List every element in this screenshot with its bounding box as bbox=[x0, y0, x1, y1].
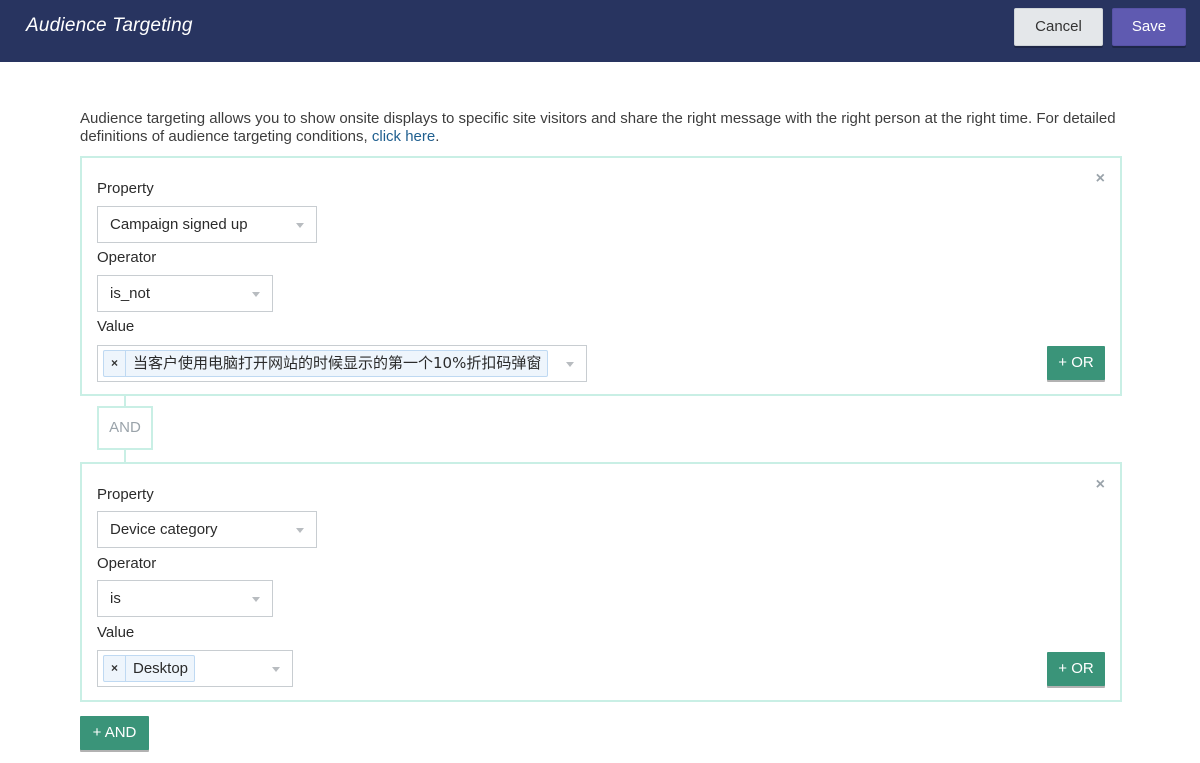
operator-select-value: is_not bbox=[110, 285, 151, 302]
remove-chip-close-icon[interactable]: × bbox=[104, 351, 126, 376]
value-multiselect[interactable]: × Desktop bbox=[97, 650, 293, 687]
definitions-link[interactable]: click here bbox=[372, 128, 435, 145]
property-select[interactable]: Device category bbox=[97, 511, 317, 548]
value-multiselect[interactable]: × 当客户使用电脑打开网站的时候显示的第一个10%折扣码弹窗 bbox=[97, 345, 587, 382]
property-select[interactable]: Campaign signed up bbox=[97, 206, 317, 243]
property-select-value: Device category bbox=[110, 521, 218, 538]
chevron-down-icon bbox=[252, 292, 260, 297]
chevron-down-icon bbox=[252, 597, 260, 602]
chevron-down-icon bbox=[296, 528, 304, 533]
property-label: Property bbox=[97, 180, 154, 197]
remove-condition-close-icon[interactable]: × bbox=[1096, 476, 1105, 494]
condition-block-2: × Property Device category Operator is V… bbox=[80, 462, 1122, 702]
and-connector: AND bbox=[97, 406, 153, 450]
cancel-button[interactable]: Cancel bbox=[1014, 8, 1103, 46]
value-chip-label: Desktop bbox=[133, 660, 189, 677]
chevron-down-icon bbox=[296, 223, 304, 228]
add-or-button[interactable]: + OR bbox=[1047, 652, 1105, 686]
property-label: Property bbox=[97, 486, 154, 503]
app-header: Audience Targeting Cancel Save bbox=[0, 0, 1200, 62]
remove-condition-close-icon[interactable]: × bbox=[1096, 170, 1105, 188]
property-select-value: Campaign signed up bbox=[110, 216, 248, 233]
operator-select-value: is bbox=[110, 590, 121, 607]
remove-chip-close-icon[interactable]: × bbox=[104, 656, 126, 681]
value-chip: × 当客户使用电脑打开网站的时候显示的第一个10%折扣码弹窗 bbox=[103, 350, 549, 377]
intro-description: Audience targeting allows you to show on… bbox=[80, 110, 1120, 146]
value-label: Value bbox=[97, 624, 135, 641]
chevron-down-icon bbox=[272, 667, 280, 672]
intro-text: Audience targeting allows you to show on… bbox=[80, 110, 1116, 145]
value-label: Value bbox=[97, 318, 135, 335]
condition-block-1: × Property Campaign signed up Operator i… bbox=[80, 156, 1122, 396]
operator-label: Operator bbox=[97, 249, 157, 266]
chevron-down-icon bbox=[566, 362, 574, 367]
add-and-button[interactable]: + AND bbox=[80, 716, 149, 750]
save-button[interactable]: Save bbox=[1112, 8, 1186, 46]
operator-label: Operator bbox=[97, 555, 157, 572]
intro-suffix: . bbox=[435, 128, 440, 145]
page-title: Audience Targeting bbox=[26, 15, 193, 36]
value-chip-label: 当客户使用电脑打开网站的时候显示的第一个10%折扣码弹窗 bbox=[133, 354, 542, 372]
value-chip: × Desktop bbox=[103, 655, 196, 682]
operator-select[interactable]: is bbox=[97, 580, 273, 617]
add-or-button[interactable]: + OR bbox=[1047, 346, 1105, 380]
connector-line bbox=[124, 450, 126, 462]
operator-select[interactable]: is_not bbox=[97, 275, 273, 312]
